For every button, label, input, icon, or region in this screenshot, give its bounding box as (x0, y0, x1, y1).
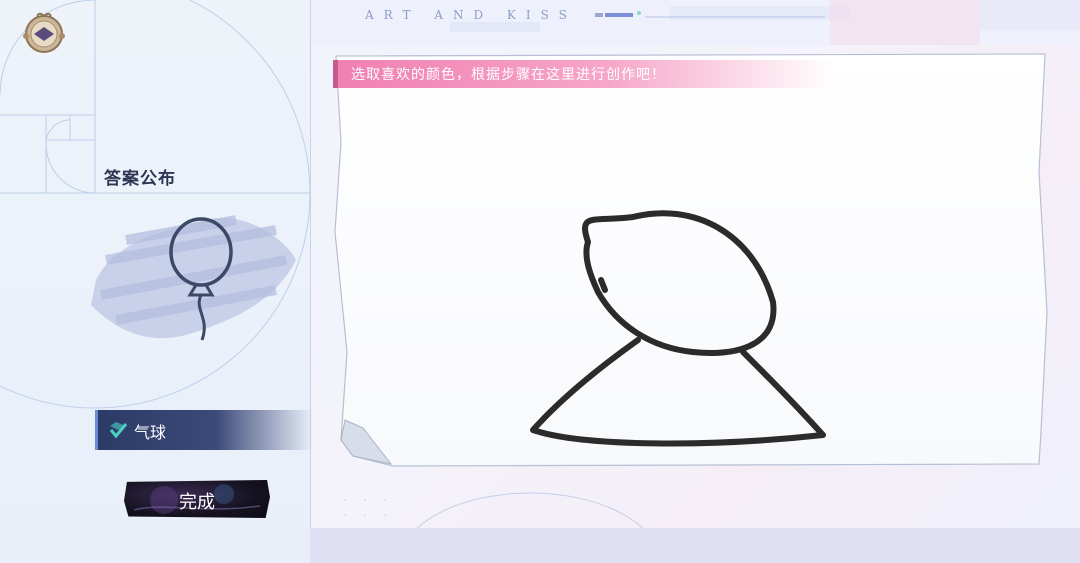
menu-emblem-icon[interactable] (20, 6, 68, 58)
header-decoration (310, 0, 1080, 45)
brand-decoration (595, 11, 825, 18)
answer-title: 答案公布 (104, 169, 176, 189)
brand-title: ART AND KISS (365, 8, 577, 22)
answer-name-tag: 气球 (95, 410, 313, 450)
user-drawing (530, 210, 826, 447)
answer-name: 气球 (134, 423, 167, 442)
done-button-label: 完成 (179, 492, 215, 513)
done-button[interactable]: 完成 (124, 480, 270, 518)
balloon-sketch-icon (91, 215, 296, 341)
bottom-bar (310, 528, 1080, 563)
check-icon (109, 422, 128, 439)
